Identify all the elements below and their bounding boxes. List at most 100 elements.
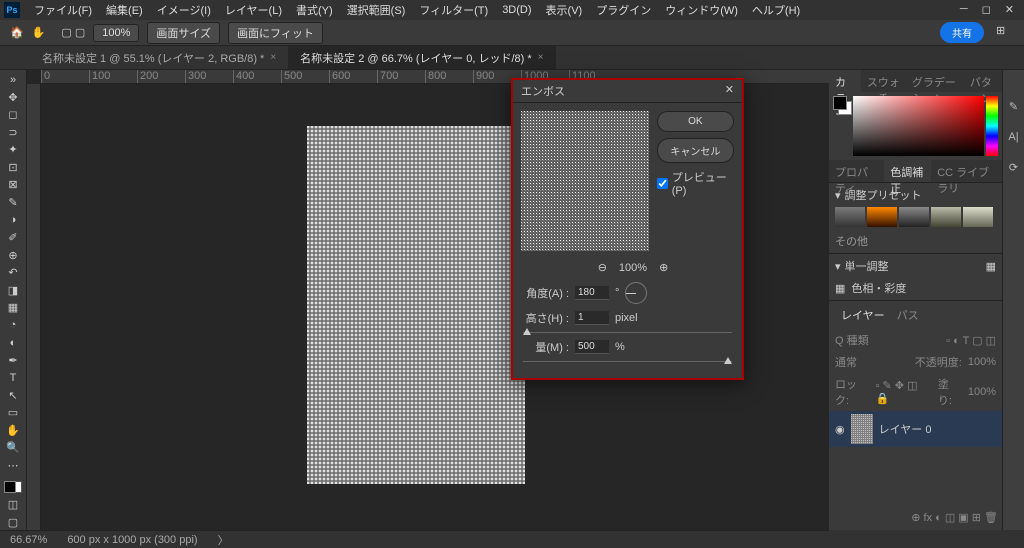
stamp-tool-icon[interactable]: ⊕ — [2, 247, 24, 263]
close-icon[interactable]: ✕ — [1005, 3, 1014, 16]
a-icon[interactable]: A| — [1008, 131, 1018, 143]
eyedropper-tool-icon[interactable]: ✎ — [2, 195, 24, 211]
hue-sat-row[interactable]: ▦ 色相・彩度 — [835, 280, 996, 296]
move-tool-icon[interactable]: ✥ — [2, 90, 24, 106]
layer-name[interactable]: レイヤー 0 — [879, 421, 932, 437]
close-tab-icon[interactable]: × — [538, 52, 544, 63]
shape-tool-icon[interactable]: ▭ — [2, 405, 24, 421]
grid-icon[interactable]: ▦ — [986, 260, 996, 273]
angle-input[interactable] — [575, 286, 609, 300]
tab-properties[interactable]: プロパティ — [829, 160, 884, 182]
preset-thumb[interactable] — [899, 207, 929, 227]
menu-file[interactable]: ファイル(F) — [28, 0, 98, 20]
app-logo: Ps — [4, 2, 20, 18]
others-link[interactable]: その他 — [835, 233, 996, 249]
eraser-tool-icon[interactable]: ◨ — [2, 282, 24, 298]
amount-slider[interactable] — [523, 361, 732, 362]
tab-swatch[interactable]: スウォッチ — [861, 70, 906, 92]
quickmask-icon[interactable]: ◫ — [2, 497, 24, 513]
menu-layer[interactable]: レイヤー(L) — [219, 0, 288, 20]
tab-cclib[interactable]: CC ライブラリ — [931, 160, 1002, 182]
zoom-tool-icon[interactable]: 🔍 — [2, 440, 24, 456]
frame-tool-icon[interactable]: ⊠ — [2, 177, 24, 193]
close-tab-icon[interactable]: × — [270, 52, 276, 63]
layer-row-0[interactable]: ◉ レイヤー 0 — [829, 411, 1002, 447]
height-input[interactable] — [575, 311, 609, 325]
home-icon[interactable]: 🏠 — [10, 26, 24, 39]
menu-image[interactable]: イメージ(I) — [151, 0, 217, 20]
dodge-tool-icon[interactable]: ◐ — [2, 335, 24, 351]
gradient-tool-icon[interactable]: ▦ — [2, 300, 24, 316]
blend-mode[interactable]: 通常 — [835, 354, 857, 370]
tab-adjustments[interactable]: 色調補正 — [884, 160, 931, 182]
document-tab-1[interactable]: 名称未設定 1 @ 55.1% (レイヤー 2, RGB/8) *× — [30, 46, 288, 69]
document-canvas[interactable] — [307, 126, 525, 484]
crop-tool-icon[interactable]: ⊡ — [2, 160, 24, 176]
menu-view[interactable]: 表示(V) — [540, 0, 589, 20]
layer-thumb[interactable] — [851, 414, 873, 444]
type-tool-icon[interactable]: T — [2, 370, 24, 386]
screenmode-icon[interactable]: ▢ — [2, 514, 24, 530]
preview-checkbox[interactable]: プレビュー(P) — [657, 169, 734, 197]
heal-tool-icon[interactable]: ◑ — [2, 212, 24, 228]
history-icon[interactable]: ⟳ — [1009, 161, 1018, 174]
single-adj-header[interactable]: ▾ 単一調整▦ — [835, 258, 996, 274]
hand-tool-icon[interactable]: ✋ — [2, 423, 24, 439]
menu-plugin[interactable]: プラグイン — [590, 0, 657, 20]
zoom-in-icon[interactable]: ⊕ — [659, 261, 668, 274]
height-slider[interactable] — [523, 332, 732, 333]
marquee-tool-icon[interactable]: ◻ — [2, 107, 24, 123]
wand-tool-icon[interactable]: ✦ — [2, 142, 24, 158]
fit-screen-button[interactable]: 画面サイズ — [147, 22, 220, 44]
expand-icon[interactable]: » — [2, 72, 24, 88]
ok-button[interactable]: OK — [657, 111, 734, 132]
visibility-icon[interactable]: ◉ — [835, 423, 845, 436]
menu-filter[interactable]: フィルター(T) — [413, 0, 494, 20]
fit-window-button[interactable]: 画面にフィット — [228, 22, 323, 44]
menu-help[interactable]: ヘルプ(H) — [746, 0, 806, 20]
menu-3d[interactable]: 3D(D) — [496, 2, 537, 18]
minimize-icon[interactable]: ─ — [960, 3, 968, 16]
tab-pattern[interactable]: パターン — [964, 70, 1002, 92]
menu-edit[interactable]: 編集(E) — [100, 0, 149, 20]
color-panel-tabs: カラー スウォッチ グラデーション パターン — [829, 70, 1002, 92]
color-picker[interactable] — [853, 96, 984, 156]
menu-window[interactable]: ウィンドウ(W) — [659, 0, 744, 20]
dialog-close-icon[interactable]: ✕ — [725, 83, 734, 99]
preset-thumb[interactable] — [931, 207, 961, 227]
status-zoom[interactable]: 66.67% — [10, 534, 47, 546]
menu-select[interactable]: 選択範囲(S) — [341, 0, 412, 20]
document-tab-2[interactable]: 名称未設定 2 @ 66.7% (レイヤー 0, レッド/8) *× — [288, 46, 555, 69]
zoom-out-icon[interactable]: ⊖ — [598, 261, 607, 274]
history-brush-icon[interactable]: ↶ — [2, 265, 24, 281]
layer-filter-icon[interactable]: Q 種類 — [835, 332, 869, 348]
dialog-preview[interactable] — [521, 111, 649, 251]
menu-type[interactable]: 書式(Y) — [290, 0, 339, 20]
preset-thumb[interactable] — [867, 207, 897, 227]
tab-layers[interactable]: レイヤー — [835, 305, 891, 325]
menubar: Ps ファイル(F) 編集(E) イメージ(I) レイヤー(L) 書式(Y) 選… — [0, 0, 1024, 20]
brush-tool-icon[interactable]: ✐ — [2, 230, 24, 246]
hue-slider[interactable] — [986, 96, 998, 156]
maximize-icon[interactable]: ◻ — [982, 3, 991, 16]
zoom-field[interactable]: 100% — [93, 24, 139, 42]
amount-input[interactable] — [575, 340, 609, 354]
more-icon[interactable]: ⋯ — [2, 458, 24, 474]
adj-preset-header[interactable]: ▾ 調整プリセット — [835, 187, 996, 203]
angle-dial[interactable] — [625, 282, 647, 304]
fg-bg-colors[interactable] — [2, 479, 24, 495]
preset-thumb[interactable] — [963, 207, 993, 227]
search-icon[interactable]: ⊞ — [996, 24, 1014, 42]
share-button[interactable]: 共有 — [940, 22, 984, 43]
path-tool-icon[interactable]: ↖ — [2, 388, 24, 404]
hand-tool-icon[interactable]: ✋ — [32, 26, 46, 39]
blur-tool-icon[interactable]: ◔ — [2, 317, 24, 333]
tab-paths[interactable]: パス — [891, 305, 925, 325]
cancel-button[interactable]: キャンセル — [657, 138, 734, 163]
preset-thumb[interactable] — [835, 207, 865, 227]
edit-icon[interactable]: ✎ — [1009, 100, 1018, 113]
pen-tool-icon[interactable]: ✒ — [2, 353, 24, 369]
tab-color[interactable]: カラー — [829, 70, 861, 92]
tab-gradient[interactable]: グラデーション — [906, 70, 964, 92]
lasso-tool-icon[interactable]: ⊃ — [2, 125, 24, 141]
